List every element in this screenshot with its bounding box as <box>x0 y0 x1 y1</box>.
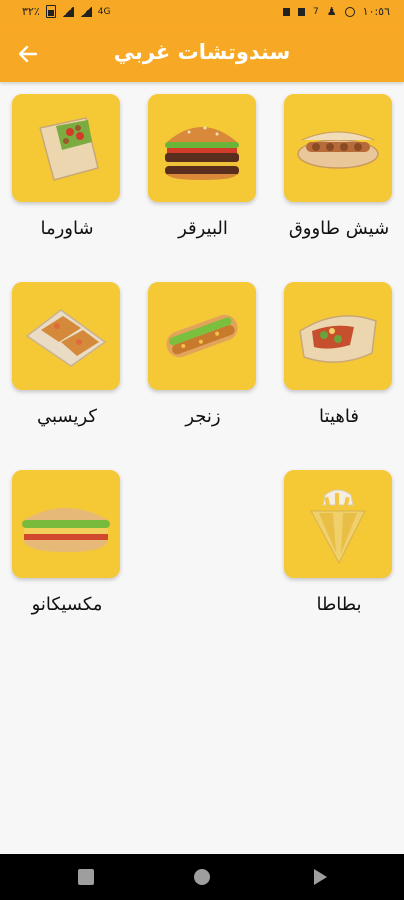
play-back-icon <box>314 869 327 885</box>
item-shish-tawook[interactable]: شيش طاووق <box>284 94 394 239</box>
item-fajita[interactable]: فاهيتا <box>284 282 394 427</box>
item-label: شيش طاووق <box>288 218 390 239</box>
item-image-box[interactable] <box>12 470 120 578</box>
item-image-box[interactable] <box>284 94 392 202</box>
app-bar: سندوتشات غربي <box>0 26 404 82</box>
zinger-sandwich-icon <box>166 314 238 358</box>
status-bar: ٣٢٪ 4G 7 ♟ ١٠:٥٦ <box>0 0 404 26</box>
whatsapp-icon <box>344 6 355 17</box>
item-fries[interactable]: بطاطا <box>284 470 394 615</box>
item-image-box[interactable] <box>284 282 392 390</box>
item-label: فاهيتا <box>319 406 359 427</box>
network-type: 4G <box>97 6 111 17</box>
notification-icon-2 <box>298 7 306 16</box>
item-label: البيرقر <box>178 218 228 239</box>
signal-icon <box>61 6 74 17</box>
shawarma-wrap-icon <box>39 117 99 181</box>
shish-tawook-sandwich-icon <box>297 131 379 169</box>
item-image-box[interactable] <box>12 282 120 390</box>
battery-icon <box>45 5 56 18</box>
item-label: مكسيكانو <box>31 594 103 615</box>
item-shawarma[interactable]: شاورما <box>12 94 122 239</box>
system-nav-bar <box>0 854 404 900</box>
item-label: كريسبي <box>36 406 97 427</box>
item-image-box[interactable] <box>148 282 256 390</box>
item-image-box[interactable] <box>148 94 256 202</box>
item-crispy[interactable]: كريسبي <box>12 282 122 427</box>
home-button[interactable] <box>194 869 210 885</box>
item-label: شاورما <box>40 218 94 239</box>
item-image-box[interactable] <box>284 470 392 578</box>
notification-count-icon: 7 <box>313 6 319 17</box>
recent-apps-button[interactable] <box>78 869 94 885</box>
back-nav-button[interactable] <box>312 868 330 886</box>
signal-icon-2 <box>79 6 92 17</box>
mexicano-sandwich-icon <box>22 508 110 552</box>
status-left: ٣٢٪ 4G <box>22 5 110 18</box>
fries-icon <box>310 489 366 565</box>
crispy-wrap-icon <box>25 309 107 367</box>
fajita-wrap-icon <box>299 315 377 363</box>
item-mexicano[interactable]: مكسيكانو <box>12 470 122 615</box>
page-title: سندوتشات غربي <box>113 40 291 64</box>
user-add-icon: ♟ <box>326 5 337 18</box>
battery-percent: ٣٢٪ <box>22 5 40 18</box>
status-time: ١٠:٥٦ <box>362 5 390 18</box>
item-zinger[interactable]: زنجر <box>148 282 258 427</box>
item-image-box[interactable] <box>12 94 120 202</box>
status-right: 7 ♟ ١٠:٥٦ <box>283 5 390 18</box>
item-label: زنجر <box>185 406 221 427</box>
item-burger[interactable]: البيرقر <box>148 94 258 239</box>
notification-icon <box>283 7 291 16</box>
burger-icon <box>165 126 239 180</box>
item-label: بطاطا <box>316 594 362 615</box>
